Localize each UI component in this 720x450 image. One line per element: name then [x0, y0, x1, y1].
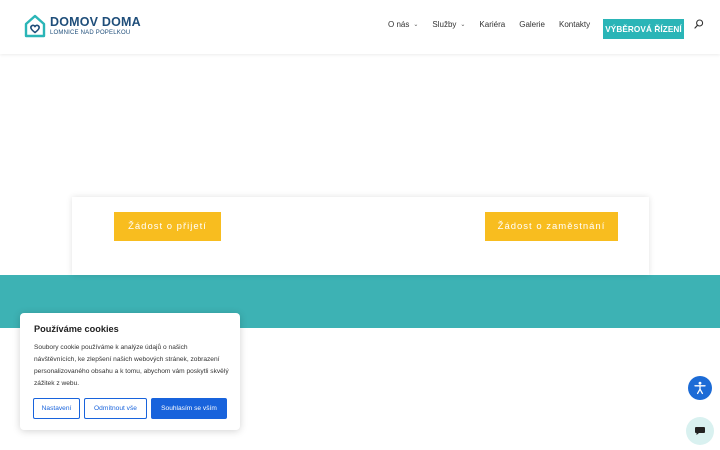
chevron-down-icon: ⌄ [413, 22, 419, 28]
site-header: DOMOV DOMA LOMNICE NAD POPELKOU O nás ⌄ … [0, 0, 720, 54]
search-icon[interactable] [694, 19, 704, 29]
chat-icon [695, 427, 705, 435]
nav-item-galerie[interactable]: Galerie [519, 20, 545, 29]
employment-request-button[interactable]: Žádost o zaměstnání [485, 212, 618, 241]
chat-button[interactable] [686, 417, 714, 445]
cookie-text: Soubory cookie používáme k analýze údajů… [34, 344, 229, 387]
vyberova-rizeni-button[interactable]: VÝBĚROVÁ ŘÍZENÍ [603, 19, 684, 39]
nav-item-label: Služby [432, 20, 457, 29]
nav-item-label: Kontakty [559, 20, 591, 29]
main-nav: O nás ⌄ Služby ⌄ Kariéra Galerie Kontakt… [388, 20, 604, 29]
cookie-reject-all-button[interactable]: Odmítnout vše [84, 398, 147, 419]
accessibility-button[interactable] [688, 376, 712, 400]
nav-item-o-nas[interactable]: O nás ⌄ [388, 20, 418, 29]
nav-item-kariera[interactable]: Kariéra [479, 20, 505, 29]
logo[interactable]: DOMOV DOMA LOMNICE NAD POPELKOU [24, 14, 141, 38]
cookie-accept-all-button[interactable]: Souhlasím se vším [151, 398, 227, 419]
nav-item-label: Galerie [519, 20, 546, 29]
cookie-title: Používáme cookies [34, 324, 119, 334]
nav-item-label: Kariéra [479, 20, 506, 29]
admission-request-button[interactable]: Žádost o přijetí [114, 212, 221, 241]
nav-item-sluzby[interactable]: Služby ⌄ [432, 20, 465, 29]
cookie-settings-button[interactable]: Nastavení [33, 398, 80, 419]
chevron-down-icon: ⌄ [460, 22, 466, 28]
cookie-consent-panel: Používáme cookies Soubory cookie používá… [20, 313, 240, 430]
nav-item-label: O nás [388, 20, 410, 29]
accessibility-icon [694, 381, 706, 395]
house-heart-icon [24, 14, 46, 38]
logo-name: DOMOV DOMA [50, 14, 141, 29]
logo-subtitle: LOMNICE NAD POPELKOU [50, 30, 131, 37]
page: DOMOV DOMA LOMNICE NAD POPELKOU O nás ⌄ … [0, 0, 720, 450]
application-card: Žádost o přijetí Žádost o zaměstnání [72, 197, 649, 275]
nav-item-kontakty[interactable]: Kontakty [559, 20, 590, 29]
